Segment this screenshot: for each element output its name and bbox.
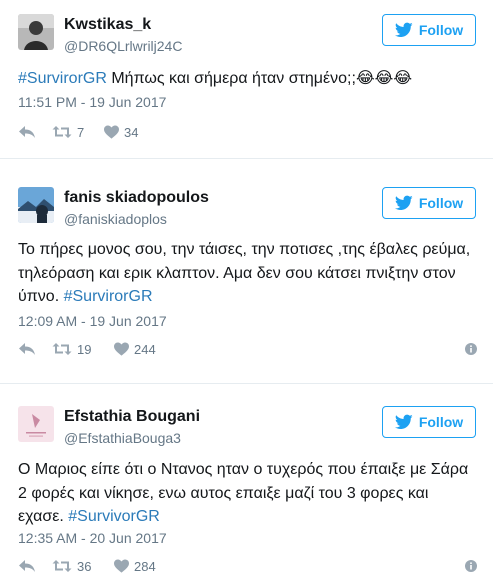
heart-icon <box>104 125 119 139</box>
info-icon[interactable] <box>464 559 478 573</box>
reply-icon <box>19 560 35 572</box>
follow-label: Follow <box>418 22 464 38</box>
retweet-count: 36 <box>77 558 92 574</box>
reply-icon <box>19 126 35 138</box>
tweet-actions: 19 244 <box>18 339 478 359</box>
user-handle[interactable]: @DR6QLrlwrilj24C <box>64 38 182 54</box>
hashtag-link[interactable]: #SurvirorGR <box>64 288 153 305</box>
twitter-bird-icon <box>394 195 413 210</box>
follow-label: Follow <box>418 414 464 430</box>
hashtag-link[interactable]: #SurvivorGR <box>68 508 160 525</box>
twitter-bird-icon <box>394 414 413 429</box>
twitter-bird-icon <box>394 22 413 37</box>
user-handle[interactable]: @faniskiadoplos <box>64 211 167 227</box>
tweet-text: #SurvirorGR Μήπως και σήμερα ήταν στημέν… <box>18 66 478 91</box>
user-handle[interactable]: @EfstathiaBouga3 <box>64 430 181 446</box>
tweet-text: Το πήρες μονος σου, την τάισες, την ποτι… <box>18 238 478 309</box>
follow-button[interactable]: Follow <box>382 14 476 46</box>
retweet-icon <box>52 560 72 572</box>
follow-label: Follow <box>418 195 464 211</box>
timestamp[interactable]: 12:35 AM - 20 Jun 2017 <box>18 530 167 546</box>
reply-icon <box>19 343 35 355</box>
retweet-button[interactable]: 19 <box>52 339 91 359</box>
like-count: 34 <box>124 124 139 140</box>
like-button[interactable]: 284 <box>114 556 156 576</box>
avatar[interactable] <box>18 14 54 50</box>
retweet-button[interactable]: 7 <box>52 122 84 142</box>
tweet-1: Kwstikas_k @DR6QLrlwrilj24C Follow #Surv… <box>0 0 493 158</box>
tweet-3: Efstathia Bougani @EfstathiaBouga3 Follo… <box>0 384 493 584</box>
user-name[interactable]: Kwstikas_k <box>64 16 151 34</box>
reply-button[interactable] <box>18 122 36 142</box>
retweet-button[interactable]: 36 <box>52 556 91 576</box>
timestamp[interactable]: 12:09 AM - 19 Jun 2017 <box>18 313 167 329</box>
tweet-actions: 36 284 <box>18 556 478 576</box>
reply-button[interactable] <box>18 339 36 359</box>
follow-button[interactable]: Follow <box>382 187 476 219</box>
info-icon[interactable] <box>464 342 478 356</box>
user-name[interactable]: fanis skiadopoulos <box>64 189 209 207</box>
tweet-2: fanis skiadopoulos @faniskiadoplos Follo… <box>0 159 493 383</box>
retweet-icon <box>52 126 72 138</box>
like-count: 244 <box>134 341 156 357</box>
like-button[interactable]: 34 <box>104 122 138 142</box>
follow-button[interactable]: Follow <box>382 406 476 438</box>
like-count: 284 <box>134 558 156 574</box>
avatar[interactable] <box>18 187 54 223</box>
timestamp[interactable]: 11:51 PM - 19 Jun 2017 <box>18 94 166 110</box>
heart-icon <box>114 342 129 356</box>
reply-button[interactable] <box>18 556 36 576</box>
hashtag-link[interactable]: #SurvirorGR <box>18 70 107 87</box>
heart-icon <box>114 559 129 573</box>
user-name[interactable]: Efstathia Bougani <box>64 408 200 426</box>
tweet-text: Ο Μαριος είπε ότι ο Ντανος ηταν ο τυχερό… <box>18 458 478 529</box>
like-button[interactable]: 244 <box>114 339 156 359</box>
tweet-actions: 7 34 <box>18 122 478 142</box>
retweet-count: 7 <box>77 124 85 140</box>
tweet-body: Μήπως και σήμερα ήταν στημένο;; <box>106 70 356 87</box>
avatar[interactable] <box>18 406 54 442</box>
emoji: 😂😂😂 <box>355 68 413 87</box>
retweet-count: 19 <box>77 341 92 357</box>
retweet-icon <box>52 343 72 355</box>
